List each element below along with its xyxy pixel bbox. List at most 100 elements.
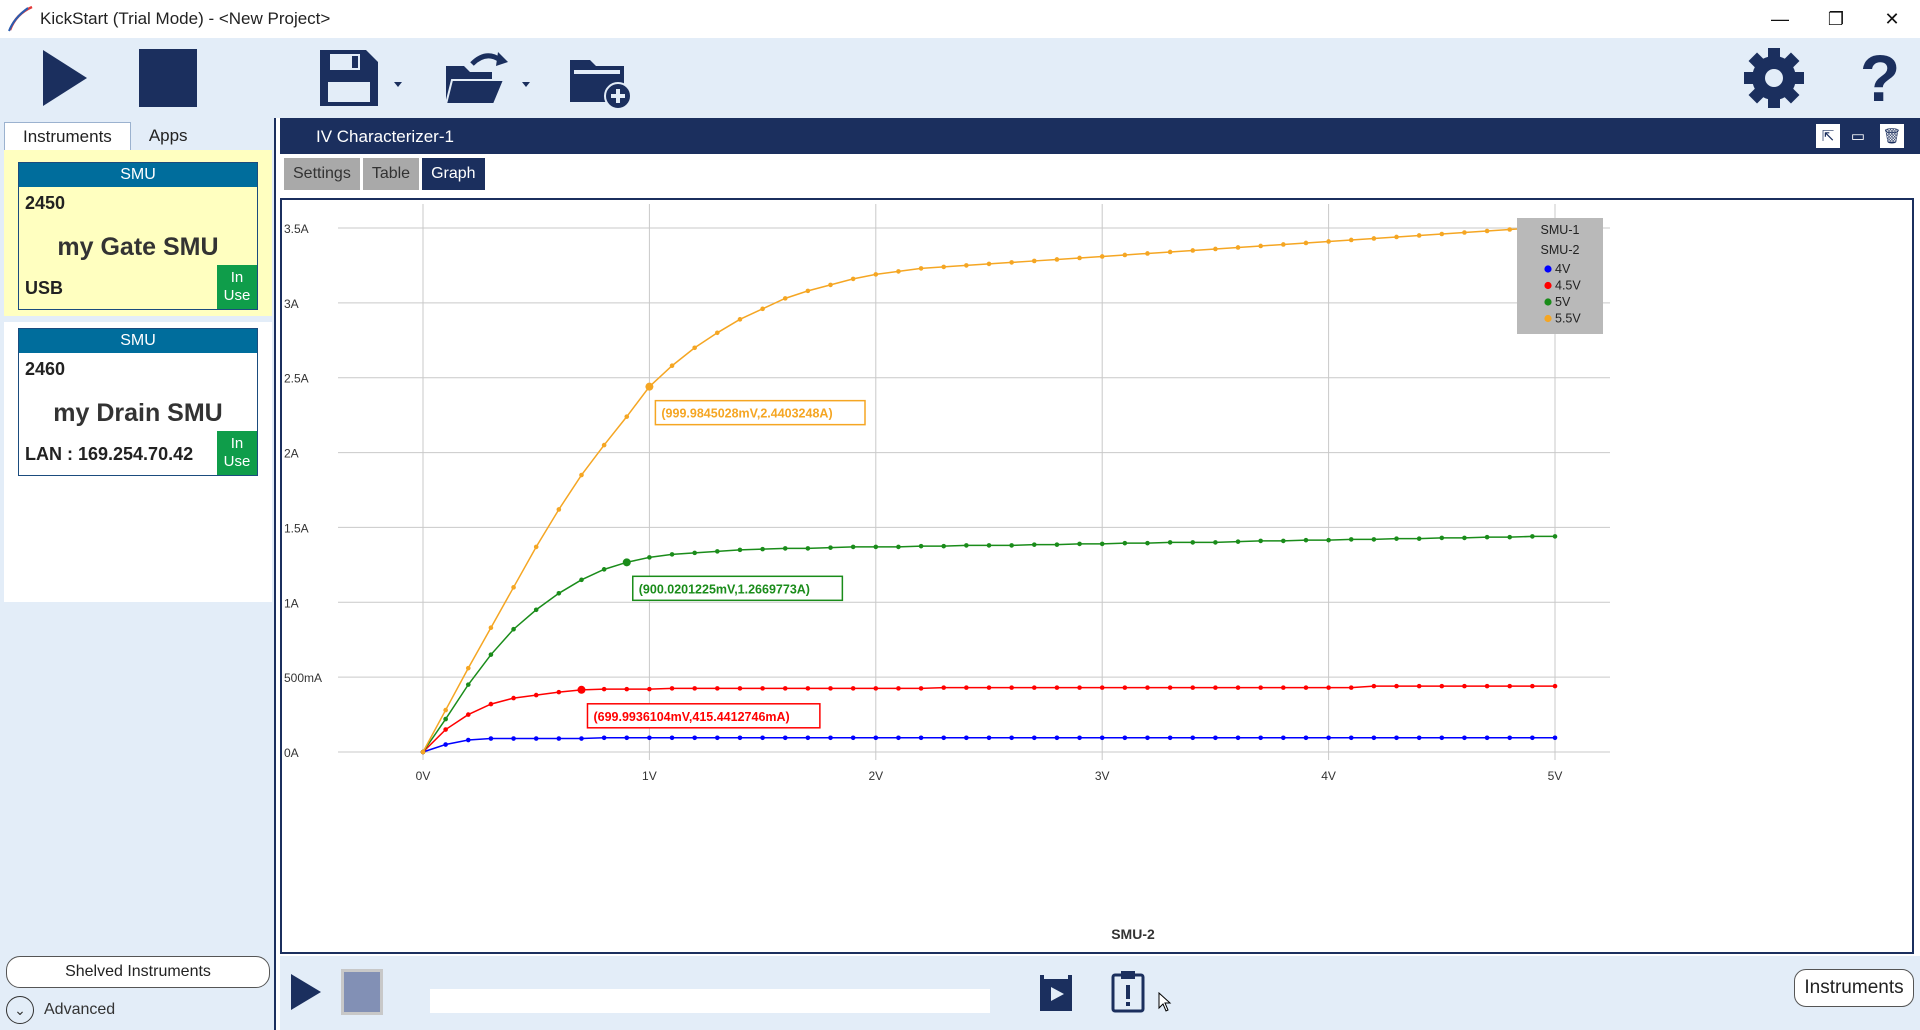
clipboard-alert-button[interactable]	[1106, 968, 1150, 1016]
tab-graph[interactable]: Graph	[422, 158, 485, 190]
data-point	[1439, 735, 1445, 741]
data-point	[1371, 236, 1377, 241]
data-point	[850, 686, 856, 691]
y-tick-label: 1A	[284, 596, 299, 610]
run-panel-button[interactable]	[284, 968, 328, 1016]
in-use-badge: In Use	[217, 265, 257, 309]
data-point	[1077, 735, 1082, 741]
instrument-card-gate-smu[interactable]: SMU 2450 my Gate SMU USB In Use	[18, 162, 258, 310]
advanced-toggle[interactable]: ⌄ Advanced	[6, 994, 115, 1026]
x-tick-label: 4V	[1321, 769, 1336, 783]
data-point	[443, 707, 448, 713]
shelved-instruments-button[interactable]: Shelved Instruments	[6, 956, 270, 988]
data-point	[1009, 543, 1014, 548]
tab-settings[interactable]: Settings	[284, 158, 360, 190]
data-point	[873, 544, 879, 550]
close-button[interactable]: ✕	[1864, 0, 1920, 38]
data-point	[533, 692, 539, 698]
data-point	[896, 544, 901, 550]
data-point	[1167, 540, 1173, 545]
run-script-button[interactable]	[1034, 970, 1078, 1016]
new-project-button[interactable]	[566, 46, 636, 110]
data-point	[669, 686, 675, 691]
restore-button[interactable]: ❐	[1808, 0, 1864, 38]
data-point	[828, 735, 833, 741]
instrument-card-drain-smu[interactable]: SMU 2460 my Drain SMU LAN : 169.254.70.4…	[18, 328, 258, 476]
data-point	[601, 567, 607, 572]
iv-chart[interactable]: 0A 500mA 1A 1.5A 2A 2.5A 3A 3.5A 0V 1V 2V 3V 4V 5V S…	[282, 200, 1912, 952]
settings-button[interactable]	[1740, 46, 1808, 110]
data-point	[850, 544, 856, 550]
data-point	[850, 276, 856, 282]
data-point	[1484, 735, 1490, 741]
data-point	[1326, 735, 1331, 741]
minimize-button[interactable]: —	[1752, 0, 1808, 38]
card-model: 2450	[25, 193, 66, 213]
annotation-marker	[622, 558, 631, 567]
data-point	[1235, 245, 1241, 250]
data-point	[1054, 542, 1060, 547]
card-type: SMU	[19, 163, 257, 187]
data-point	[1031, 542, 1037, 547]
annotation-label: (699.9936104mV,415.4412746mA)	[593, 710, 789, 724]
chart-legend: SMU-1 SMU-2 4V 4.5V 5V 5.5V	[1517, 218, 1603, 334]
data-point	[1190, 735, 1196, 741]
tab-table[interactable]: Table	[362, 158, 420, 190]
data-point	[1167, 685, 1173, 690]
data-point	[624, 414, 630, 419]
data-point	[1348, 685, 1354, 690]
instruments-button[interactable]: Instruments	[1794, 969, 1914, 1007]
legend-marker	[1544, 281, 1552, 290]
data-point	[1054, 735, 1060, 741]
data-point	[1145, 685, 1150, 690]
data-point	[1077, 541, 1082, 547]
kickstart-logo-icon	[8, 5, 33, 32]
data-point	[1031, 735, 1037, 741]
data-point	[533, 736, 539, 741]
legend-item: 4V	[1555, 262, 1571, 276]
card-connection: LAN : 169.254.70.42	[25, 444, 194, 464]
data-point	[1167, 249, 1173, 255]
save-icon	[320, 50, 402, 106]
popout-button[interactable]: ⇱	[1816, 124, 1840, 148]
data-point	[579, 736, 584, 741]
popout-icon: ⇱	[1821, 128, 1835, 145]
data-point	[1281, 538, 1286, 544]
data-point	[1484, 534, 1490, 540]
y-tick-label: 2.5A	[284, 372, 309, 386]
data-point	[624, 686, 630, 692]
data-point	[556, 736, 562, 741]
x-tick-label: 2V	[868, 769, 883, 783]
data-point	[760, 546, 765, 552]
data-point	[964, 685, 969, 690]
run-button[interactable]	[30, 46, 94, 110]
data-point	[1031, 685, 1037, 690]
stop-button[interactable]	[136, 46, 200, 110]
save-button[interactable]	[316, 46, 406, 110]
data-point	[1281, 735, 1286, 741]
delete-panel-button[interactable]: 🗑	[1880, 124, 1904, 148]
x-tick-label: 0V	[416, 769, 431, 783]
data-point	[1281, 685, 1286, 690]
legend-item: 5V	[1555, 295, 1571, 309]
data-point	[692, 686, 697, 691]
data-point	[1258, 735, 1263, 741]
data-point	[1371, 683, 1377, 689]
data-point	[986, 685, 992, 690]
data-point	[1484, 228, 1490, 234]
maximize-panel-button[interactable]: ▭	[1846, 124, 1870, 148]
legend-marker	[1544, 298, 1552, 306]
data-point	[1235, 539, 1241, 544]
tab-instruments[interactable]: Instruments	[4, 122, 131, 150]
close-icon: ✕	[1884, 8, 1900, 29]
help-button[interactable]: ?	[1848, 45, 1912, 111]
stop-panel-button[interactable]	[340, 968, 384, 1016]
open-button[interactable]	[442, 46, 534, 110]
data-point	[488, 625, 494, 631]
tab-apps[interactable]: Apps	[131, 122, 206, 150]
script-play-icon	[1040, 975, 1072, 1011]
data-point	[941, 685, 947, 690]
data-point	[782, 735, 788, 741]
data-point	[579, 472, 584, 478]
data-point	[918, 266, 924, 271]
